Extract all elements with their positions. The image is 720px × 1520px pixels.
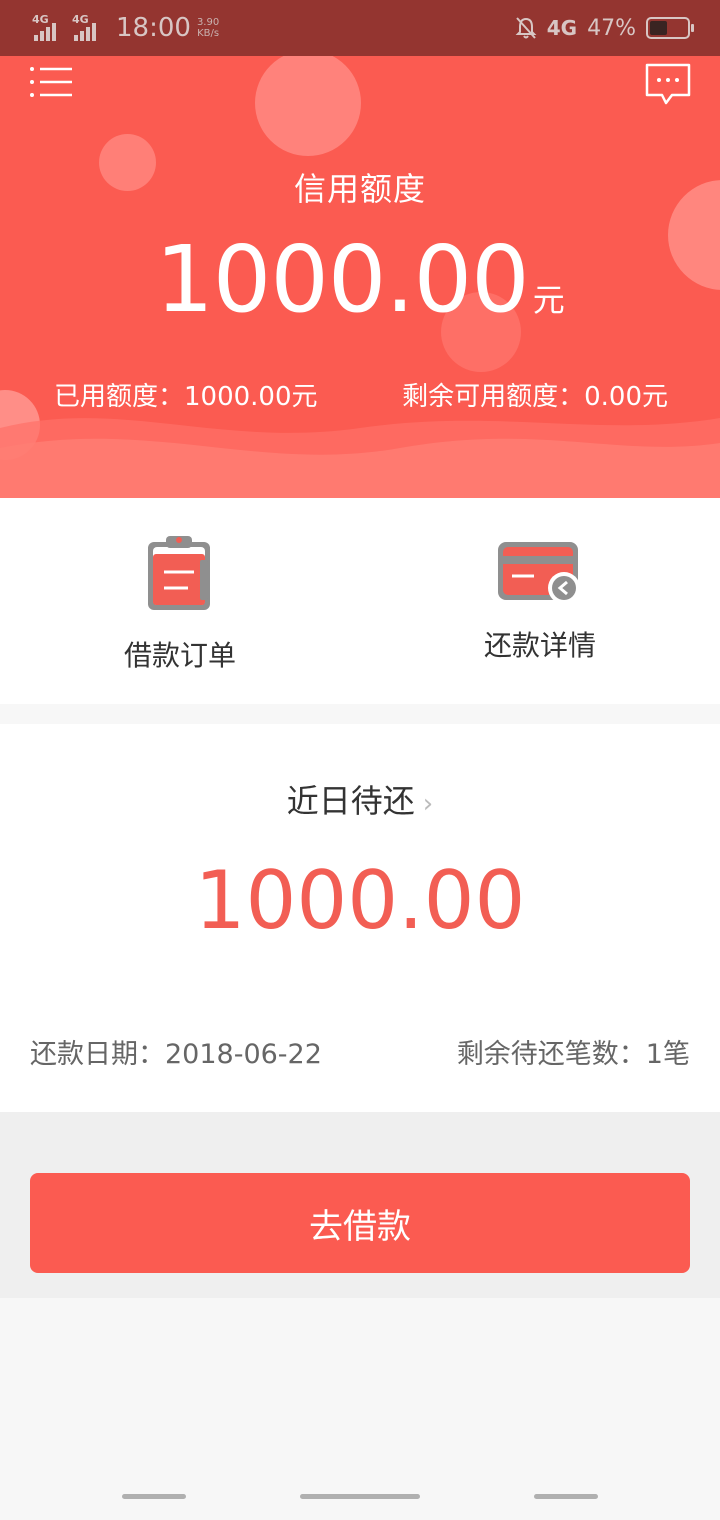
battery-percent: 47% <box>587 15 636 41</box>
clock: 18:00 <box>116 13 191 43</box>
quick-actions: 借款订单 还款详情 <box>0 498 720 704</box>
status-bar: 4G 4G 18:00 3.90 KB/s 4G 47% <box>0 0 720 56</box>
loan-orders-button[interactable]: 借款订单 <box>0 498 360 704</box>
remaining-repayments: 剩余待还笔数：1笔 <box>456 1039 690 1070</box>
upcoming-repayment-card: 近日待还 › 1000.00 还款日期：2018-06-22 剩余待还笔数：1笔 <box>0 724 720 1112</box>
nav-home-handle[interactable] <box>300 1494 420 1499</box>
repayment-date: 还款日期：2018-06-22 <box>30 1039 322 1070</box>
battery-icon <box>646 17 694 39</box>
nav-back-handle[interactable] <box>534 1494 598 1499</box>
clipboard-icon <box>148 536 210 610</box>
status-left: 4G 4G 18:00 3.90 KB/s <box>32 10 219 46</box>
sim2-signal-icon: 4G <box>72 13 106 43</box>
network-type: 4G <box>546 16 578 40</box>
credit-amount-unit: 元 <box>532 281 565 319</box>
used-credit: 已用额度：1000.00元 <box>54 382 318 412</box>
credit-title: 信用额度 <box>293 170 426 208</box>
sim1-signal-icon: 4G <box>32 13 66 43</box>
borrow-button[interactable]: 去借款 <box>30 1173 690 1273</box>
credit-amount-value: 1000.00 <box>155 226 529 333</box>
upcoming-repayment-title: 近日待还 <box>286 782 415 820</box>
net-speed-value: 3.90 <box>196 17 220 28</box>
upcoming-repayment-link[interactable]: 近日待还 › <box>0 776 720 822</box>
upcoming-repayment-amount: 1000.00 <box>194 854 526 947</box>
borrow-area: 去借款 <box>0 1112 720 1298</box>
decor-bubble <box>255 56 361 156</box>
status-right: 4G 47% <box>515 10 694 46</box>
remaining-credit: 剩余可用额度：0.00元 <box>402 382 668 412</box>
repay-details-button[interactable]: 还款详情 <box>360 498 720 704</box>
bell-muted-icon <box>515 17 537 39</box>
message-button[interactable] <box>644 62 692 108</box>
message-icon <box>645 63 691 105</box>
loan-orders-label: 借款订单 <box>123 639 236 672</box>
net-speed: 3.90 KB/s <box>197 17 219 39</box>
nav-menu-handle[interactable] <box>122 1494 186 1499</box>
credit-amount: 1000.00 元 <box>0 226 720 333</box>
system-nav-bar <box>0 1472 720 1520</box>
credit-header: 信用额度 1000.00 元 已用额度：1000.00元 剩余可用额度：0.00元 <box>0 56 720 498</box>
chevron-right-icon: › <box>422 789 434 819</box>
menu-button[interactable] <box>28 62 76 102</box>
menu-icon <box>30 67 72 97</box>
card-repay-icon <box>498 542 580 604</box>
net-speed-unit: KB/s <box>197 28 220 39</box>
repay-details-label: 还款详情 <box>483 629 596 662</box>
